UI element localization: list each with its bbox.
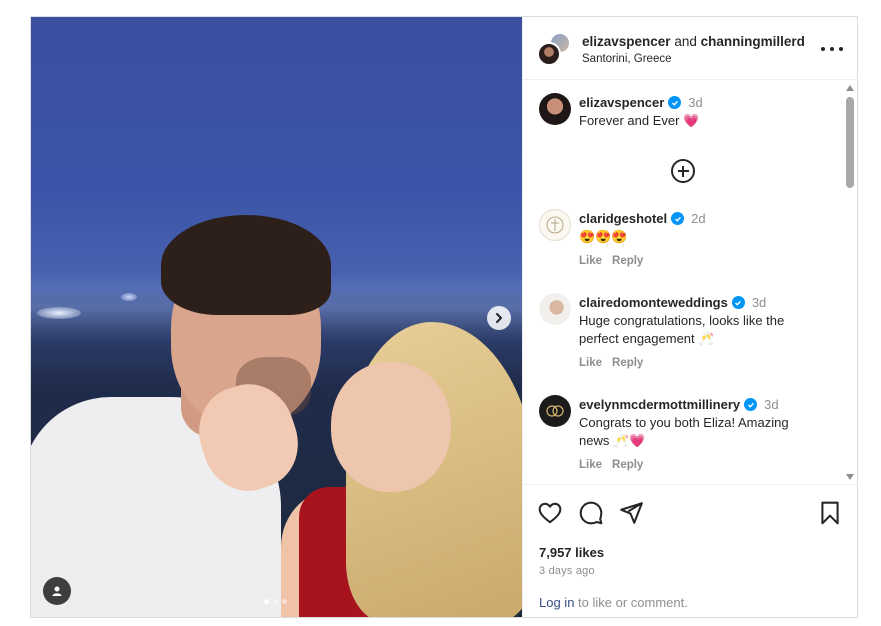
comment-time[interactable]: 3d (764, 397, 778, 412)
comment-text: Congrats to you both Eliza! Amazing news… (579, 414, 819, 450)
post-footer: 7,957 likes 3 days ago Log in to like or… (523, 484, 858, 617)
more-icon[interactable] (821, 41, 843, 57)
comment-username-text[interactable]: claridgeshotel (579, 211, 667, 226)
comment-username[interactable]: elizavspencer 3d (579, 95, 703, 110)
author-link[interactable]: elizavspencer (582, 34, 671, 49)
heart-emoji: 💗 (683, 113, 700, 128)
collaborator-link[interactable]: channingmillerd (701, 34, 805, 49)
next-arrow-icon (496, 313, 502, 323)
next-photo-button[interactable] (487, 306, 511, 330)
comment-text: Forever and Ever 💗 (579, 112, 819, 130)
comments-list[interactable]: elizavspencer 3d Forever and Ever 💗 clar… (523, 81, 858, 484)
hotel-crest-icon (546, 216, 564, 234)
add-icon[interactable] (671, 159, 695, 183)
scroll-up-arrow[interactable] (846, 85, 854, 91)
carousel-dot (264, 599, 269, 604)
comment-username-text[interactable]: elizavspencer (579, 95, 664, 110)
carousel-dot (282, 599, 287, 604)
post-header: elizavspencer and channingmillerd Santor… (523, 17, 858, 80)
post-side-panel: elizavspencer and channingmillerd Santor… (522, 17, 858, 617)
avatar[interactable] (539, 293, 571, 325)
heart-eyes-emoji: 😍😍😍 (579, 229, 628, 244)
login-prompt-text: to like or comment. (578, 595, 688, 610)
distant-light (37, 307, 81, 319)
comment-username[interactable]: evelynmcdermottmillinery 3d (579, 397, 779, 412)
comment-actions: Like Reply (579, 459, 643, 471)
login-prompt: Log in to like or comment. (539, 595, 688, 610)
scroll-down-arrow[interactable] (846, 474, 854, 480)
verified-icon (668, 96, 682, 109)
comment-actions: Like Reply (579, 357, 643, 369)
comment-username-text[interactable]: clairedomonteweddings (579, 295, 728, 310)
bookmark-icon[interactable] (817, 500, 843, 526)
author-joiner: and (674, 34, 697, 49)
verified-icon (671, 212, 685, 225)
scrollbar-thumb[interactable] (846, 97, 854, 188)
author-avatars[interactable] (537, 32, 573, 68)
carousel-dot (273, 599, 278, 604)
like-comment-button[interactable]: Like (579, 255, 602, 267)
comment-username-text[interactable]: evelynmcdermottmillinery (579, 397, 740, 412)
comment-body: Forever and Ever (579, 113, 680, 128)
comment-text: 😍😍😍 (579, 228, 819, 246)
avatar[interactable] (539, 209, 571, 241)
post-timestamp[interactable]: 3 days ago (539, 565, 595, 577)
avatar[interactable] (539, 93, 571, 125)
woman-face (331, 362, 451, 492)
cheers-heart-emoji: 🥂💗 (612, 433, 646, 448)
location-link[interactable]: Santorini, Greece (582, 53, 672, 65)
comment-time[interactable]: 3d (688, 95, 702, 110)
heart-icon[interactable] (537, 500, 563, 526)
comment-body: Huge congratulations, looks like the per… (579, 313, 785, 346)
distant-light (121, 293, 137, 301)
man-hair (161, 215, 331, 315)
like-comment-button[interactable]: Like (579, 459, 602, 471)
user-tag-icon (52, 586, 62, 596)
comment-time[interactable]: 2d (691, 211, 705, 226)
post-photo[interactable] (31, 17, 522, 617)
verified-icon (731, 296, 745, 309)
likes-count[interactable]: 7,957 likes (539, 545, 604, 560)
post-card: elizavspencer and channingmillerd Santor… (30, 16, 858, 618)
avatar (537, 42, 561, 66)
millinery-logo-icon (546, 405, 564, 417)
comment-username[interactable]: clairedomonteweddings 3d (579, 295, 766, 310)
like-comment-button[interactable]: Like (579, 357, 602, 369)
post-authors: elizavspencer and channingmillerd (582, 34, 805, 49)
verified-icon (744, 398, 758, 411)
comment-time[interactable]: 3d (752, 295, 766, 310)
cheers-emoji: 🥂 (698, 331, 715, 346)
reply-comment-button[interactable]: Reply (612, 357, 643, 369)
comment-icon[interactable] (578, 500, 604, 526)
comment-actions: Like Reply (579, 255, 643, 267)
carousel-dots (264, 599, 287, 604)
comment-body: Congrats to you both Eliza! Amazing news (579, 415, 789, 448)
reply-comment-button[interactable]: Reply (612, 459, 643, 471)
share-icon[interactable] (618, 500, 644, 526)
avatar[interactable] (539, 395, 571, 427)
comment-username[interactable]: claridgeshotel 2d (579, 211, 706, 226)
user-tag-button[interactable] (43, 577, 71, 605)
reply-comment-button[interactable]: Reply (612, 255, 643, 267)
comment-text: Huge congratulations, looks like the per… (579, 312, 819, 348)
login-link[interactable]: Log in (539, 595, 574, 610)
